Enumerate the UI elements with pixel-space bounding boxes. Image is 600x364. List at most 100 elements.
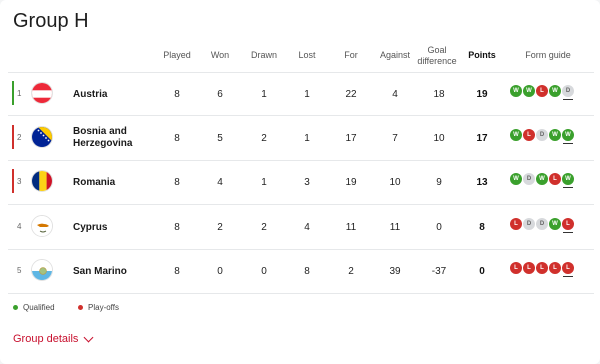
form-result-badge[interactable]: L [510, 217, 522, 230]
cell-lost: 8 [304, 266, 310, 277]
form-result-badge[interactable]: L [523, 128, 535, 141]
chevron-down-icon [83, 332, 94, 342]
cell-won: 2 [217, 221, 223, 233]
position: 4 [17, 221, 22, 231]
form-result-badge[interactable]: W [562, 173, 574, 188]
form-result-badge[interactable]: D [523, 173, 535, 185]
form-guide: LDDWL [510, 217, 574, 233]
form-result-badge[interactable]: D [523, 217, 535, 230]
cell-against: 7 [392, 132, 398, 144]
group-title: Group H [13, 10, 89, 32]
cell-drawn: 2 [261, 132, 267, 144]
cell-played: 8 [174, 221, 180, 233]
form-result-badge[interactable]: W [549, 85, 561, 97]
form-guide: LLLLL [510, 262, 574, 277]
form-result-badge[interactable]: W [549, 128, 561, 141]
header-played: Played [163, 50, 191, 60]
status-bar [12, 124, 14, 149]
austria-flag-icon [31, 82, 53, 104]
form-result-badge[interactable]: W [510, 128, 522, 141]
form-result-badge[interactable]: L [562, 262, 574, 277]
cell-for: 19 [345, 177, 357, 188]
cell-for: 11 [345, 221, 357, 233]
status-bar [12, 81, 14, 105]
san-marino-flag-icon [31, 259, 53, 281]
legend-qualified-label: Qualified [23, 303, 55, 312]
cell-gd: 9 [436, 177, 442, 188]
cell-against: 4 [392, 89, 398, 100]
cell-gd: 18 [433, 89, 445, 100]
cell-against: 11 [389, 221, 401, 233]
table-row[interactable]: 5 San Marino 8 0 0 8 2 39 -37 0 L L L L L [8, 250, 594, 294]
form-result-badge[interactable]: L [562, 217, 574, 233]
form-result-badge[interactable]: W [510, 173, 522, 185]
header-goal-difference-line2: difference [417, 56, 457, 66]
playoffs-dot-icon [78, 305, 83, 310]
form-result-badge[interactable]: W [510, 85, 522, 97]
cell-drawn: 1 [261, 177, 267, 188]
cell-drawn: 0 [261, 266, 267, 277]
header-goal-difference: Goal difference [412, 45, 462, 67]
cell-drawn: 1 [261, 89, 267, 100]
position: 2 [17, 132, 22, 142]
cell-played: 8 [174, 177, 180, 188]
cell-played: 8 [174, 266, 180, 277]
bosnia-flag-icon [31, 125, 53, 148]
header-won: Won [210, 50, 230, 60]
cell-against: 39 [389, 266, 401, 277]
form-result-badge[interactable]: W [536, 173, 548, 185]
cell-played: 8 [174, 132, 180, 144]
legend-qualified: Qualified [13, 303, 55, 312]
form-result-badge[interactable]: L [510, 262, 522, 274]
form-guide: WLDWW [510, 128, 574, 144]
cell-gd: 0 [436, 221, 442, 233]
position: 1 [17, 89, 22, 98]
cell-lost: 4 [304, 221, 310, 233]
team-name[interactable]: Cyprus [73, 222, 107, 234]
form-result-badge[interactable]: D [562, 85, 574, 100]
cell-for: 2 [348, 266, 354, 277]
form-result-badge[interactable]: W [523, 85, 535, 97]
form-result-badge[interactable]: W [549, 217, 561, 230]
cell-points: 0 [479, 266, 485, 277]
header-form-guide: Form guide [525, 50, 571, 60]
cyprus-flag-icon [31, 214, 53, 237]
group-details-label: Group details [13, 333, 79, 345]
team-name[interactable]: Austria [73, 89, 107, 101]
cell-won: 5 [217, 132, 223, 144]
team-name[interactable]: Bosnia and Herzegovina [73, 126, 132, 150]
cell-lost: 3 [304, 177, 310, 188]
header-points: Points [468, 50, 496, 60]
cell-lost: 1 [304, 132, 310, 144]
header-for: For [344, 50, 358, 60]
form-result-badge[interactable]: L [523, 262, 535, 274]
cell-for: 17 [345, 132, 357, 144]
cell-points: 19 [476, 89, 488, 100]
cell-gd: -37 [431, 266, 447, 277]
cell-points: 17 [476, 132, 488, 144]
status-bar [12, 169, 14, 193]
table-row[interactable]: 1 Austria 8 6 1 1 22 4 18 19 W W L W D [8, 72, 594, 116]
form-result-badge[interactable]: W [562, 128, 574, 144]
cell-points: 8 [479, 221, 485, 233]
form-result-badge[interactable]: D [536, 217, 548, 230]
form-result-badge[interactable]: L [549, 262, 561, 274]
form-result-badge[interactable]: L [536, 85, 548, 97]
form-result-badge[interactable]: L [536, 262, 548, 274]
team-name[interactable]: Romania [73, 177, 115, 189]
group-details-link[interactable]: Group details [13, 332, 94, 345]
group-card: Group H Played Won Drawn Lost For Agains… [0, 0, 600, 364]
cell-against: 10 [389, 177, 401, 188]
form-result-badge[interactable]: L [549, 173, 561, 185]
team-name[interactable]: San Marino [73, 266, 127, 278]
table-row[interactable]: 2 Bosnia and Herzegovina 8 5 2 1 17 7 10 17 W L D W… [8, 117, 594, 161]
header-lost: Lost [298, 50, 316, 60]
header-drawn: Drawn [250, 50, 277, 60]
form-result-badge[interactable]: D [536, 128, 548, 141]
table-row[interactable]: 4 Cyprus 8 2 2 4 11 11 0 8 L D D W L [8, 206, 594, 250]
team-name-line1: Bosnia and [73, 125, 127, 137]
cell-points: 13 [476, 177, 488, 188]
cell-gd: 10 [433, 132, 445, 144]
romania-flag-icon [31, 170, 53, 192]
table-row[interactable]: 3 Romania 8 4 1 3 19 10 9 13 W D W L W [8, 161, 594, 205]
